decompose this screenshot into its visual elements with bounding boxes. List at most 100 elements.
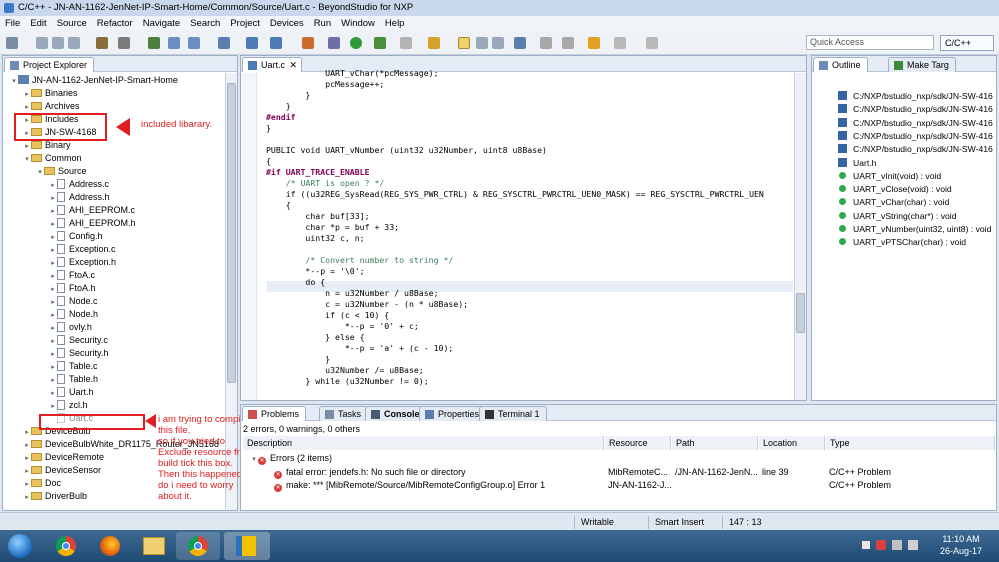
outline-item[interactable]: UART_vString(char*) : void — [826, 210, 956, 223]
pin-icon[interactable] — [646, 37, 658, 49]
tree-item[interactable]: ▾ JN-AN-1162-JenNet-IP-Smart-Home — [10, 74, 178, 87]
next-annotation-icon[interactable] — [540, 37, 552, 49]
tab-console[interactable]: Console — [365, 406, 427, 421]
menu-source[interactable]: Source — [52, 16, 92, 31]
tree-item[interactable]: ▸ Config.h — [49, 230, 103, 243]
save-icon[interactable] — [36, 37, 48, 49]
annotation-icon[interactable] — [514, 37, 526, 49]
problem-row[interactable]: ✕ fatal error: jendefs.h: No such file or… — [274, 466, 466, 479]
notification-arrow-icon[interactable] — [862, 541, 870, 549]
network-icon[interactable] — [892, 540, 902, 550]
menu-search[interactable]: Search — [185, 16, 225, 31]
outline-item[interactable]: C:/NXP/bstudio_nxp/sdk/JN-SW-416 — [826, 90, 993, 103]
collapsed-arrow-icon[interactable]: ▸ — [23, 491, 31, 504]
hammer-icon[interactable] — [118, 37, 130, 49]
editor-scroll-thumb[interactable] — [796, 293, 805, 333]
menu-project[interactable]: Project — [225, 16, 265, 31]
chip-icon[interactable] — [148, 37, 160, 49]
forward-icon[interactable] — [614, 37, 626, 49]
editor-scrollbar[interactable] — [794, 73, 806, 400]
menu-navigate[interactable]: Navigate — [138, 16, 186, 31]
tree-item[interactable]: ▸ Doc — [23, 477, 61, 490]
tab-make-target[interactable]: Make Targ — [888, 57, 956, 72]
external-tools-icon[interactable] — [374, 37, 386, 49]
debug-icon[interactable] — [328, 37, 340, 49]
tree-item[interactable]: ▸ FtoA.h — [49, 282, 96, 295]
tree-item[interactable]: ▸ DeviceSensor — [23, 464, 101, 477]
menu-help[interactable]: Help — [380, 16, 410, 31]
tab-properties[interactable]: Properties — [419, 406, 487, 421]
outline-item[interactable]: UART_vPTSChar(char) : void — [826, 236, 966, 249]
tree-item[interactable]: ▸ Address.c — [49, 178, 109, 191]
tree-item[interactable]: ▸ FtoA.c — [49, 269, 95, 282]
whitespace-icon[interactable] — [492, 37, 504, 49]
tree-item[interactable]: ▸ DeviceRemote — [23, 451, 104, 464]
run-icon[interactable] — [350, 37, 362, 49]
tray-app-icon[interactable] — [876, 540, 886, 550]
new-icon[interactable] — [6, 37, 18, 49]
outline-item[interactable]: Uart.h — [826, 157, 876, 170]
expand-errors-icon[interactable]: ▾ — [250, 453, 258, 466]
expanded-arrow-icon[interactable]: ▾ — [23, 153, 31, 166]
tree-item[interactable]: ▸ Binaries — [23, 87, 77, 100]
tray-clock[interactable]: 11:10 AM 26-Aug-17 — [928, 533, 994, 557]
chrome-taskbar-icon-2[interactable] — [176, 532, 220, 560]
outline-item[interactable]: UART_vNumber(uint32, uint8) : void — [826, 223, 991, 236]
tab-terminal[interactable]: Terminal 1 — [479, 406, 547, 421]
col-type[interactable]: Type — [826, 436, 995, 450]
tree-item[interactable]: ▾ Common — [23, 152, 81, 166]
tree-item[interactable]: ▸ Exception.c — [49, 243, 116, 256]
explorer-scroll-thumb[interactable] — [227, 83, 236, 383]
print-icon[interactable] — [68, 37, 80, 49]
errors-group[interactable]: ▾ ✕ Errors (2 items) — [250, 452, 332, 465]
search-icon[interactable] — [302, 37, 314, 49]
class-icon[interactable] — [246, 37, 258, 49]
tab-outline[interactable]: Outline — [813, 57, 868, 72]
quick-access-input[interactable]: Quick Access — [806, 35, 934, 50]
prev-annotation-icon[interactable] — [562, 37, 574, 49]
menu-refactor[interactable]: Refactor — [92, 16, 138, 31]
folder-icon[interactable] — [218, 37, 230, 49]
back-icon[interactable] — [588, 37, 600, 49]
expanded-arrow-icon[interactable]: ▾ — [36, 166, 44, 179]
tree-item[interactable]: ▸ AHI_EEPROM.h — [49, 217, 136, 230]
tree-item[interactable]: ▸ Uart.h — [49, 386, 94, 399]
col-path[interactable]: Path — [672, 436, 758, 450]
tree-item[interactable]: ▸ Node.c — [49, 295, 98, 308]
tab-project-explorer[interactable]: Project Explorer — [4, 57, 95, 72]
chrome-taskbar-icon[interactable] — [44, 532, 88, 560]
tree-item[interactable]: ▸ Address.h — [49, 191, 110, 204]
tree-item[interactable]: ▸ Security.c — [49, 334, 108, 347]
save-all-icon[interactable] — [52, 37, 64, 49]
tree-item[interactable]: ▸ Node.h — [49, 308, 98, 321]
build-icon[interactable] — [96, 37, 108, 49]
block-icon[interactable] — [476, 37, 488, 49]
menu-devices[interactable]: Devices — [265, 16, 309, 31]
tree-item[interactable]: ▸ Table.h — [49, 373, 98, 386]
tree-item[interactable]: ▸ Exception.h — [49, 256, 116, 269]
problem-row[interactable]: ✕ make: *** [MibRemote/Source/MibRemoteCo… — [274, 479, 545, 492]
outline-item[interactable]: UART_vChar(char) : void — [826, 196, 949, 209]
beyondstudio-taskbar-icon[interactable] — [224, 532, 270, 560]
flash-icon[interactable] — [168, 37, 180, 49]
tree-item[interactable]: ▸ ovly.h — [49, 321, 92, 334]
tree-item[interactable]: ▸ Security.h — [49, 347, 108, 360]
outline-item[interactable]: UART_vClose(void) : void — [826, 183, 952, 196]
outline-item[interactable]: C:/NXP/bstudio_nxp/sdk/JN-SW-416 — [826, 143, 993, 156]
tree-item[interactable]: ▸ Table.c — [49, 360, 98, 373]
tree-item[interactable]: ▾ Source — [36, 165, 86, 179]
col-description[interactable]: Description — [243, 436, 604, 450]
menu-window[interactable]: Window — [336, 16, 380, 31]
perspective-button[interactable]: C/C++ — [940, 35, 994, 51]
tree-item[interactable]: ▸ Archives — [23, 100, 79, 113]
start-button[interactable] — [2, 532, 38, 560]
volume-icon[interactable] — [908, 540, 918, 550]
outline-item[interactable]: UART_vInit(void) : void — [826, 170, 941, 183]
col-location[interactable]: Location — [759, 436, 825, 450]
outline-item[interactable]: C:/NXP/bstudio_nxp/sdk/JN-SW-416 — [826, 130, 993, 143]
tab-problems[interactable]: Problems — [242, 406, 307, 421]
tree-item[interactable]: ▸ AHI_EEPROM.c — [49, 204, 135, 217]
wrench-icon[interactable] — [400, 37, 412, 49]
menu-file[interactable]: File — [0, 16, 25, 31]
firefox-taskbar-icon[interactable] — [88, 532, 132, 560]
